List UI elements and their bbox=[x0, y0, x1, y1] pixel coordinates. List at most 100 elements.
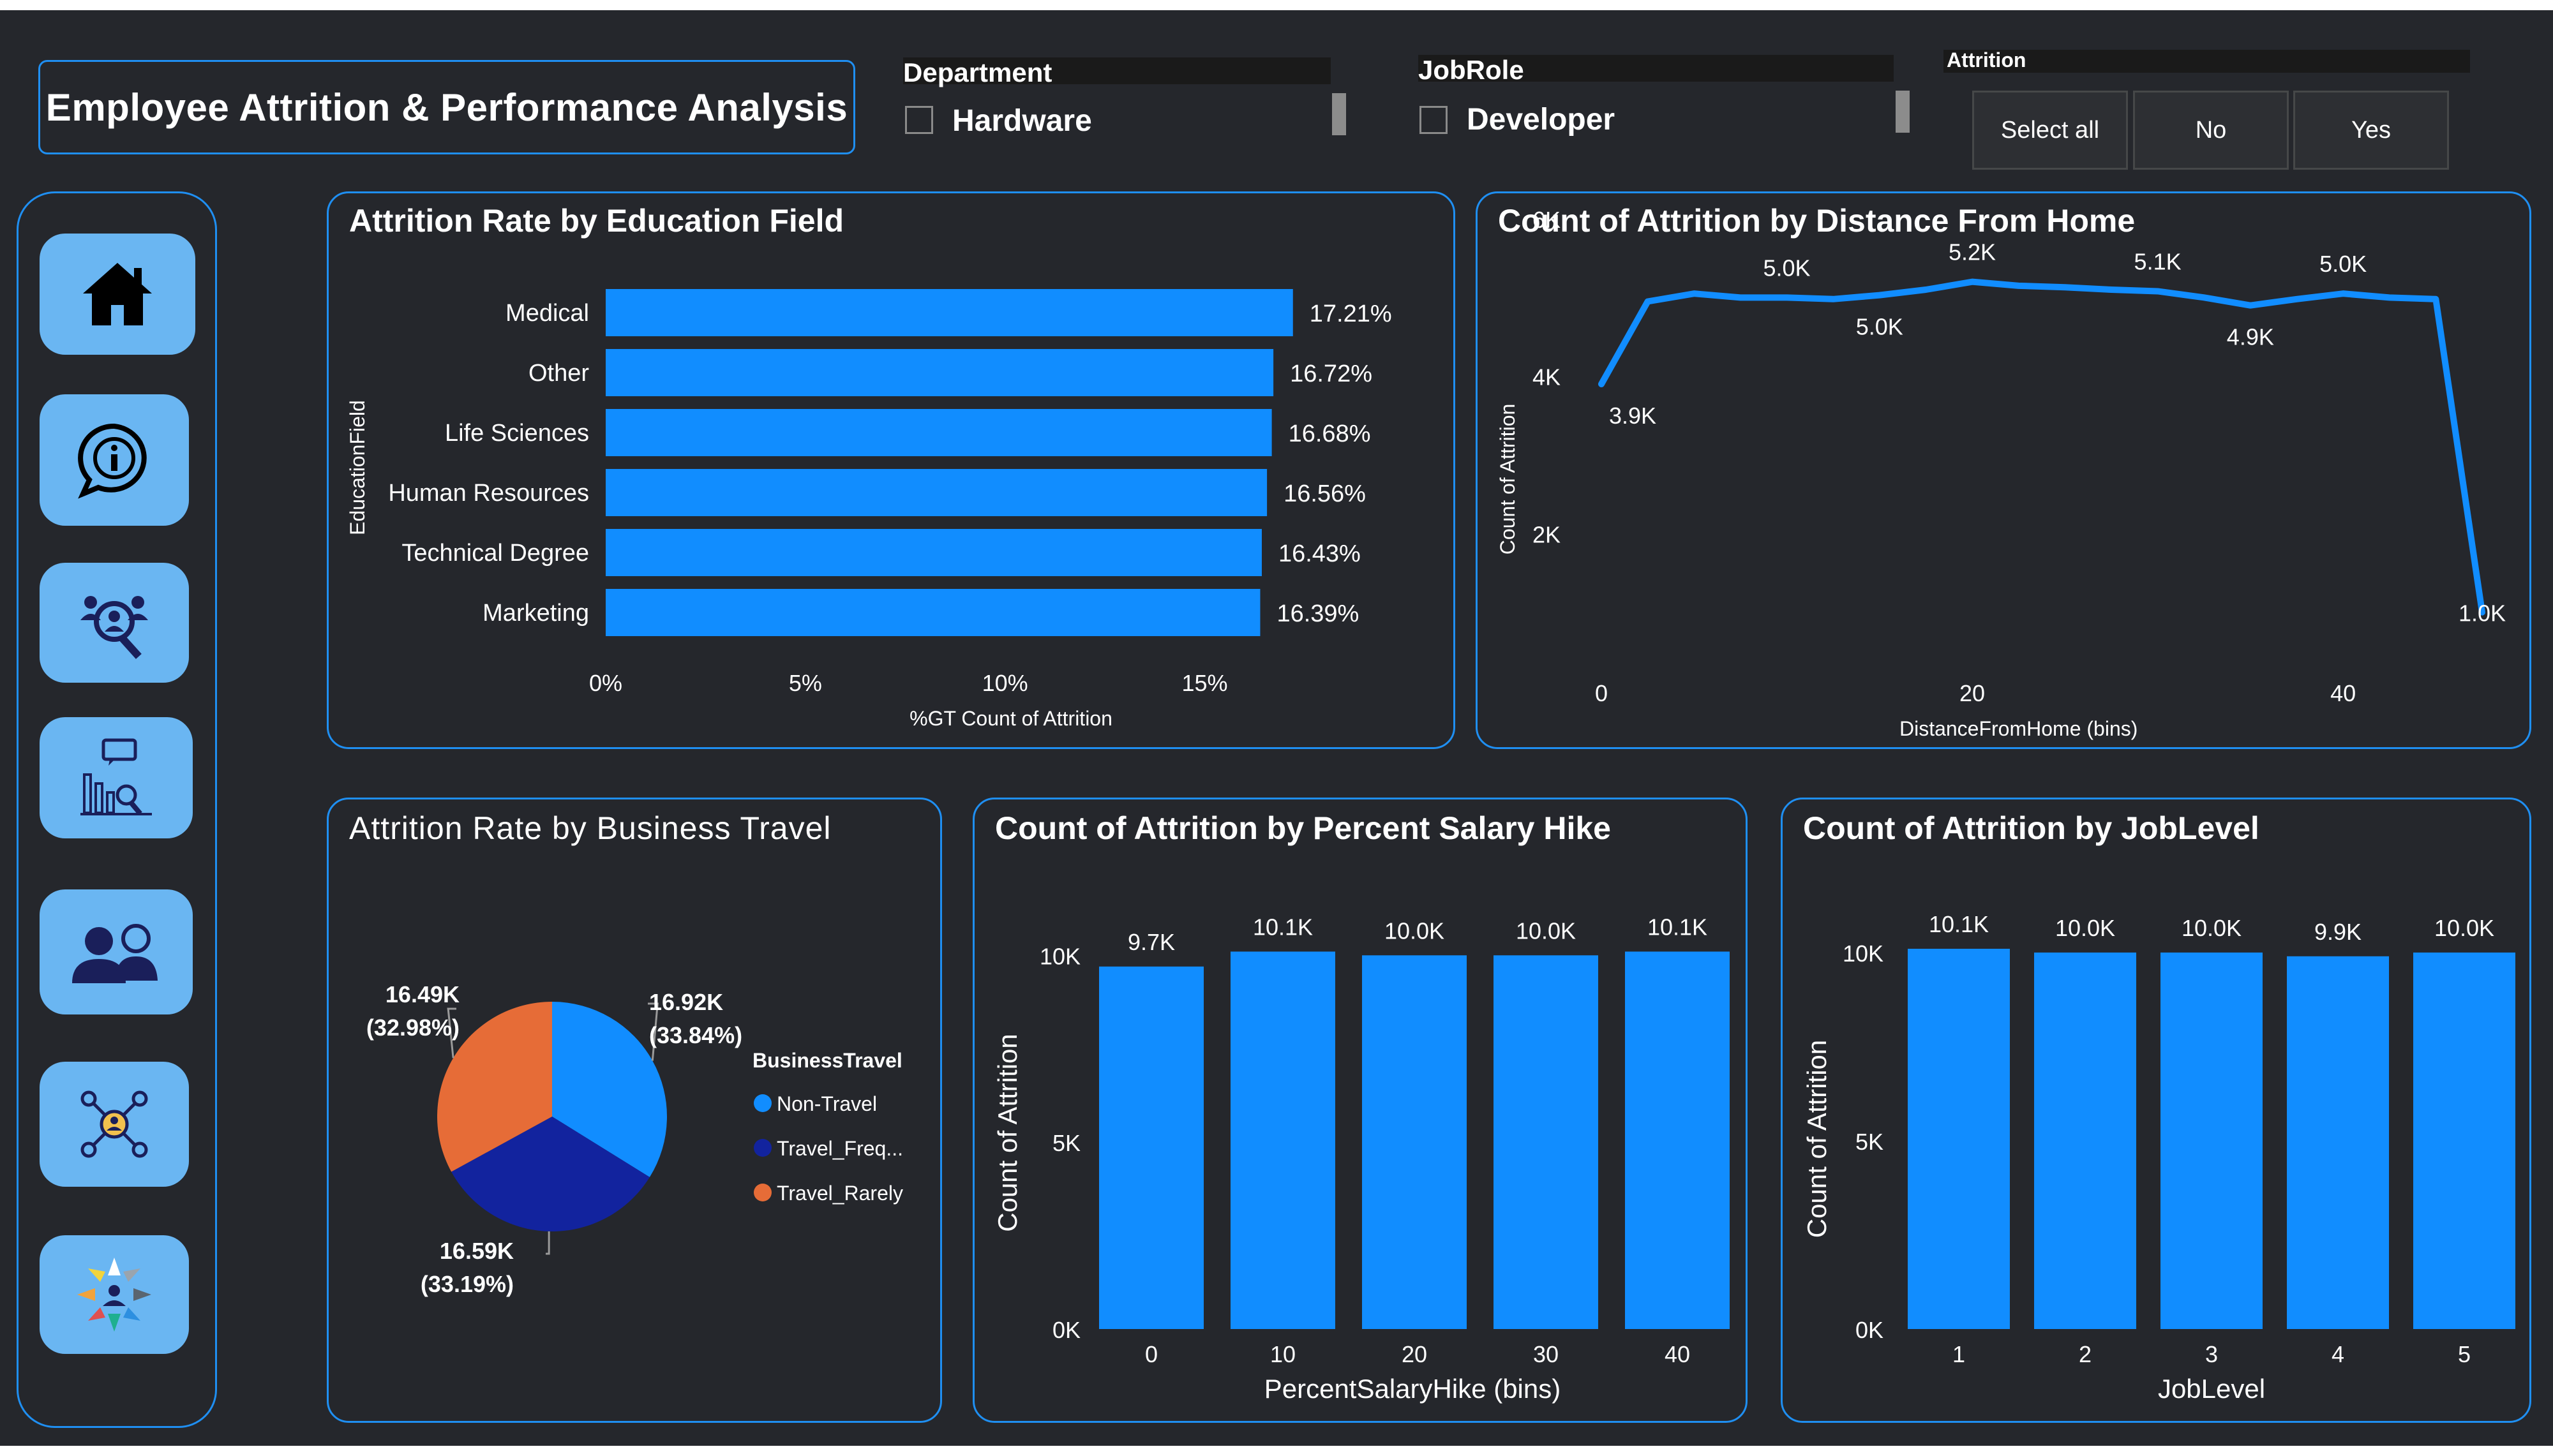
nav-team-button[interactable] bbox=[40, 1235, 189, 1354]
joblevel-y-tick: 0K bbox=[1855, 1317, 1883, 1343]
salary-value-label: 10.0K bbox=[1516, 917, 1576, 944]
travel-legend-marker bbox=[754, 1184, 772, 1201]
salary-value-label: 10.1K bbox=[1253, 914, 1313, 940]
attrition-slicer-label: Attrition bbox=[1947, 48, 2026, 71]
distance-y-tick: 2K bbox=[1532, 521, 1561, 547]
education-chart: Medical 17.21% Other 16.72% Life Sciences 16.… bbox=[346, 289, 1392, 730]
travel-chart: 16.92K (33.84%) 16.59K (33.19%) 16.49K (32.98… bbox=[366, 981, 903, 1297]
education-value-label: 16.72% bbox=[1290, 360, 1372, 387]
education-category-label: Other bbox=[528, 360, 589, 387]
distance-chart-panel: Count of Attrition by Distance From Home… bbox=[1476, 191, 2531, 749]
department-option-label[interactable]: Hardware bbox=[952, 103, 1092, 138]
network-icon bbox=[80, 1090, 148, 1158]
education-bar bbox=[606, 289, 1293, 336]
distance-data-label: 5.0K bbox=[1856, 314, 1903, 340]
page-title: Employee Attrition & Performance Analysi… bbox=[45, 85, 848, 129]
jobrole-scrollbar[interactable] bbox=[1896, 91, 1910, 133]
joblevel-bar bbox=[1908, 949, 2010, 1329]
salary-chart: 0K 5K 10K 9.7K 0 10.1K 10 10.0K 20 10.0K 30 10.1K 40… bbox=[992, 914, 1730, 1404]
distance-chart: 2K 4K 6K 0 20 40 3.9K 5.0K 5.0K 5.2K 5.1K 4.9K 5.0K 1… bbox=[1496, 207, 2506, 740]
travel-legend-title: BusinessTravel bbox=[752, 1049, 902, 1072]
education-category-label: Human Resources bbox=[388, 480, 589, 507]
attrition-yes-button[interactable]: Yes bbox=[2293, 91, 2449, 170]
distance-data-label: 1.0K bbox=[2459, 600, 2506, 627]
nav-network-button[interactable] bbox=[40, 1062, 189, 1187]
joblevel-bar bbox=[2287, 956, 2389, 1329]
joblevel-chart: 0K 5K 10K 10.1K 1 10.0K 2 10.0K 3 9.9K 4 10.0K 5 JobL… bbox=[1802, 911, 2515, 1404]
education-value-label: 16.39% bbox=[1276, 600, 1359, 627]
distance-series-line bbox=[1598, 278, 2485, 616]
joblevel-y-tick: 5K bbox=[1855, 1129, 1883, 1155]
joblevel-bar bbox=[2160, 952, 2263, 1329]
distance-x-tick: 20 bbox=[1959, 680, 1985, 706]
salary-value-label: 9.7K bbox=[1128, 929, 1175, 955]
education-value-label: 16.68% bbox=[1289, 420, 1371, 447]
salary-y-tick: 0K bbox=[1052, 1317, 1081, 1343]
salary-x-axis-title: PercentSalaryHike (bins) bbox=[1264, 1374, 1561, 1404]
joblevel-x-tick: 5 bbox=[2458, 1341, 2471, 1367]
joblevel-value-label: 10.0K bbox=[2434, 915, 2494, 941]
education-bar bbox=[606, 409, 1272, 456]
salary-bar bbox=[1494, 955, 1598, 1329]
joblevel-value-label: 10.0K bbox=[2182, 915, 2242, 941]
salary-x-tick: 20 bbox=[1402, 1341, 1427, 1367]
department-scrollbar[interactable] bbox=[1332, 93, 1346, 135]
salary-y-axis-title: Count of Attrition bbox=[992, 1034, 1022, 1232]
education-category-label: Life Sciences bbox=[445, 420, 589, 447]
salary-x-tick: 0 bbox=[1145, 1341, 1158, 1367]
education-x-axis-title: %GT Count of Attrition bbox=[910, 707, 1112, 730]
jobrole-checkbox[interactable] bbox=[1419, 106, 1448, 134]
team-wheel-icon bbox=[77, 1258, 151, 1332]
education-bar bbox=[606, 529, 1262, 576]
distance-y-tick: 4K bbox=[1532, 364, 1561, 390]
jobrole-option-label[interactable]: Developer bbox=[1467, 102, 1615, 137]
education-x-tick: 5% bbox=[789, 670, 822, 696]
nav-employees-button[interactable] bbox=[40, 889, 193, 1014]
education-x-tick: 10% bbox=[982, 670, 1028, 696]
travel-slice-value-label: 16.59K bbox=[440, 1238, 514, 1264]
joblevel-y-axis-title: Count of Attrition bbox=[1802, 1040, 1832, 1238]
travel-legend-label: Travel_Freq... bbox=[777, 1137, 903, 1160]
education-bar bbox=[606, 469, 1268, 516]
nav-report-button[interactable] bbox=[40, 717, 193, 838]
travel-legend-label: Non-Travel bbox=[777, 1092, 877, 1115]
salary-x-tick: 10 bbox=[1270, 1341, 1296, 1367]
joblevel-value-label: 10.1K bbox=[1929, 911, 1989, 937]
attrition-select-all-button[interactable]: Select all bbox=[1972, 91, 2128, 170]
info-icon bbox=[78, 423, 147, 499]
department-checkbox[interactable] bbox=[905, 106, 933, 134]
travel-slice-percent-label: (32.98%) bbox=[366, 1014, 460, 1041]
distance-x-axis-title: DistanceFromHome (bins) bbox=[1899, 717, 2137, 740]
distance-data-label: 5.2K bbox=[1949, 239, 1996, 265]
employees-icon bbox=[72, 924, 158, 983]
education-value-label: 16.56% bbox=[1284, 480, 1366, 507]
nav-people-search-button[interactable] bbox=[40, 563, 189, 683]
distance-data-label: 4.9K bbox=[2227, 324, 2274, 350]
education-bar bbox=[606, 589, 1261, 636]
salary-x-tick: 30 bbox=[1533, 1341, 1559, 1367]
nav-home-button[interactable] bbox=[40, 234, 195, 355]
department-slicer-label: Department bbox=[903, 57, 1052, 87]
joblevel-x-tick: 4 bbox=[2332, 1341, 2344, 1367]
dashboard-canvas: Employee Attrition & Performance Analysi… bbox=[0, 10, 2553, 1446]
nav-info-button[interactable] bbox=[40, 394, 189, 526]
distance-x-tick: 40 bbox=[2330, 680, 2356, 706]
travel-legend-marker bbox=[754, 1139, 772, 1157]
travel-slice-value-label: 16.92K bbox=[649, 989, 723, 1015]
salary-bar bbox=[1362, 955, 1467, 1329]
joblevel-bar bbox=[2034, 952, 2136, 1329]
distance-y-axis-title: Count of Attrition bbox=[1496, 404, 1519, 555]
joblevel-x-tick: 3 bbox=[2205, 1341, 2218, 1367]
travel-slice-percent-label: (33.84%) bbox=[649, 1022, 742, 1048]
education-value-label: 16.43% bbox=[1278, 540, 1361, 567]
salary-value-label: 10.1K bbox=[1647, 914, 1707, 940]
jobrole-slicer-label: JobRole bbox=[1418, 55, 1524, 85]
education-x-tick: 0% bbox=[589, 670, 622, 696]
joblevel-x-tick: 2 bbox=[2079, 1341, 2092, 1367]
education-x-tick: 15% bbox=[1181, 670, 1227, 696]
distance-data-label: 5.1K bbox=[2134, 248, 2182, 274]
education-y-axis-title: EducationField bbox=[346, 400, 369, 535]
travel-slice-value-label: 16.49K bbox=[386, 981, 460, 1007]
attrition-no-button[interactable]: No bbox=[2133, 91, 2289, 170]
salary-y-tick: 5K bbox=[1052, 1130, 1081, 1156]
